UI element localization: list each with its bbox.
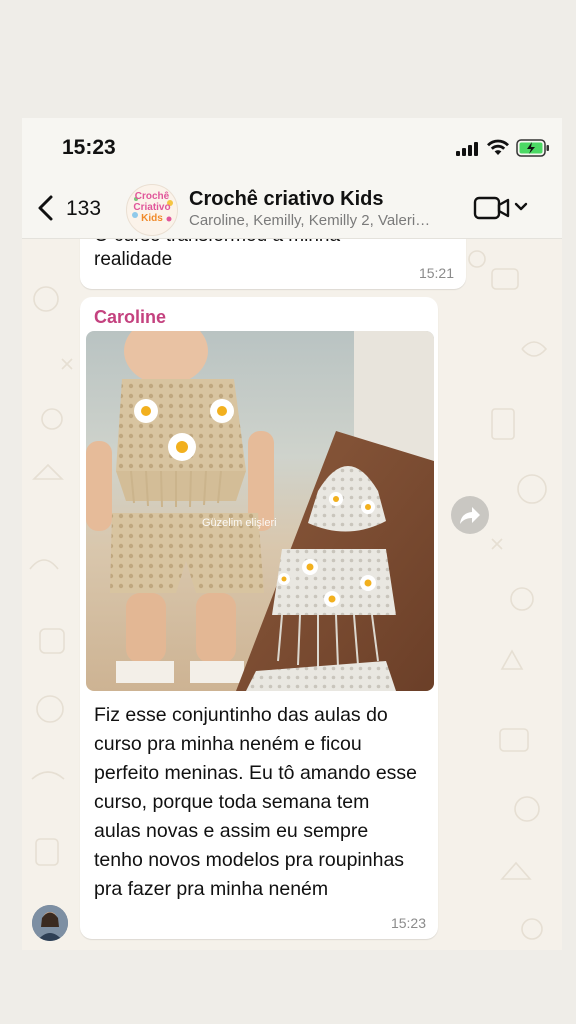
forward-button[interactable] [451, 496, 489, 534]
message-text: Fiz esse conjuntinho das aulas do curso … [94, 704, 418, 900]
wifi-icon [487, 139, 509, 155]
sender-avatar-photo [32, 905, 68, 941]
photo-watermark: Güzelim elişleri [202, 517, 277, 529]
chat-header: 133 Crochê Criativo Kids Crochê criativo… [22, 178, 562, 239]
video-camera-icon[interactable] [473, 195, 511, 221]
battery-charging-icon [516, 139, 549, 157]
message-sender[interactable]: Caroline [94, 307, 166, 328]
chevron-down-icon[interactable] [514, 202, 528, 212]
message-text-partial: O curso transformou a minha [94, 239, 340, 247]
status-bar: 15:23 [22, 118, 562, 178]
message-time: 15:23 [390, 915, 426, 931]
chat-title[interactable]: Crochê criativo Kids [189, 188, 384, 211]
back-chevron-icon[interactable] [36, 194, 56, 222]
phone-screen: 15:23 133 Crochê Criativo Kids Crochê cr… [22, 118, 562, 950]
message-bubble-incoming[interactable]: Caroline Güzelim elişleri Fiz esse conju… [80, 297, 438, 939]
message-text: realidade [94, 249, 173, 270]
crochet-outfit-photo [86, 331, 434, 691]
signal-icon [456, 142, 478, 156]
sender-avatar[interactable] [32, 905, 68, 941]
group-avatar[interactable]: Crochê Criativo Kids [126, 184, 178, 236]
message-bubble-incoming[interactable]: O curso transformou a minha realidade 15… [80, 239, 466, 289]
chat-area[interactable]: O curso transformou a minha realidade 15… [22, 239, 562, 950]
forward-icon [460, 507, 480, 524]
message-photo[interactable]: Güzelim elişleri [86, 331, 434, 691]
message-time: 15:21 [418, 265, 454, 281]
status-time: 15:23 [62, 136, 116, 159]
chat-participants[interactable]: Caroline, Kemilly, Kemilly 2, Valeri… [189, 212, 457, 229]
avatar-logo-text: Crochê Criativo Kids [133, 191, 171, 224]
back-unread-count[interactable]: 133 [66, 197, 101, 221]
